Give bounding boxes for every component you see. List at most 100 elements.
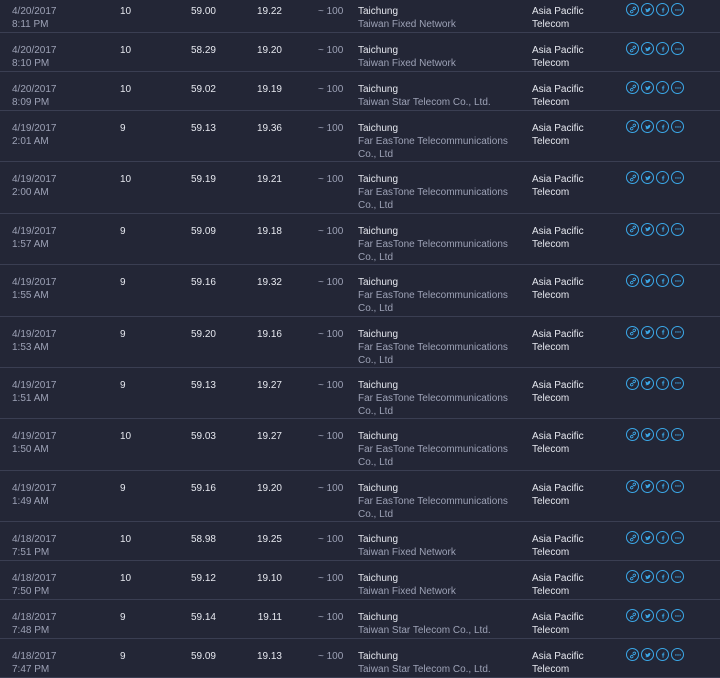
link-icon[interactable] (626, 648, 639, 662)
server-location: Taichung Far EasTone Telecommunications … (358, 430, 528, 469)
table-row[interactable]: 4/19/2017 2:00 AM 10 59.19 19.21 ~ 100 T… (0, 162, 720, 214)
result-date: 4/20/2017 8:10 PM (12, 44, 92, 70)
more-icon[interactable] (671, 428, 684, 442)
link-icon[interactable] (626, 120, 639, 133)
server-isp: Taiwan Star Telecom Co., Ltd. (358, 97, 491, 108)
link-icon[interactable] (626, 376, 639, 390)
twitter-icon[interactable] (641, 3, 654, 16)
twitter-icon[interactable] (641, 274, 654, 288)
provider-line-2: Telecom (532, 625, 570, 637)
link-icon[interactable] (626, 42, 639, 55)
twitter-icon[interactable] (641, 376, 654, 390)
more-icon[interactable] (671, 171, 684, 185)
more-icon[interactable] (671, 609, 684, 623)
table-row[interactable]: 4/19/2017 1:49 AM 9 59.16 19.20 ~ 100 Ta… (0, 471, 720, 523)
table-row[interactable]: 4/20/2017 8:10 PM 10 58.29 19.20 ~ 100 T… (0, 33, 720, 72)
table-row[interactable]: 4/19/2017 1:51 AM 9 59.13 19.27 ~ 100 Ta… (0, 368, 720, 420)
link-icon[interactable] (626, 171, 639, 185)
twitter-icon[interactable] (641, 325, 654, 339)
table-row[interactable]: 4/19/2017 1:50 AM 10 59.03 19.27 ~ 100 T… (0, 419, 720, 471)
link-icon[interactable] (626, 428, 639, 442)
more-icon[interactable] (671, 81, 684, 94)
more-icon[interactable] (671, 3, 684, 16)
facebook-icon[interactable] (656, 479, 669, 493)
server-city: Taichung (358, 612, 399, 624)
server-distance: ~ 100 (318, 123, 344, 134)
more-icon[interactable] (671, 42, 684, 55)
provider-name: Asia Pacific Telecom (532, 122, 622, 148)
link-icon[interactable] (626, 222, 639, 236)
server-isp: Far EasTone Telecommunications Co., Ltd (358, 341, 508, 366)
facebook-icon[interactable] (656, 428, 669, 442)
table-row[interactable]: 4/18/2017 7:47 PM 9 59.09 19.13 ~ 100 Ta… (0, 639, 720, 678)
facebook-icon[interactable] (656, 570, 669, 584)
twitter-icon[interactable] (641, 570, 654, 584)
result-date: 4/18/2017 7:50 PM (12, 572, 92, 598)
link-icon[interactable] (626, 325, 639, 339)
facebook-icon[interactable] (656, 171, 669, 185)
more-icon[interactable] (671, 376, 684, 390)
more-icon[interactable] (671, 531, 684, 545)
link-icon[interactable] (626, 3, 639, 16)
table-row[interactable]: 4/18/2017 7:50 PM 10 59.12 19.10 ~ 100 T… (0, 561, 720, 601)
link-icon[interactable] (626, 81, 639, 94)
server-location: Taichung Far EasTone Telecommunications … (358, 328, 528, 367)
more-icon[interactable] (671, 570, 684, 584)
row-actions (626, 325, 684, 339)
facebook-icon[interactable] (656, 531, 669, 545)
facebook-icon[interactable] (656, 376, 669, 390)
ping-value: 19.22 (256, 6, 282, 17)
provider-line-1: Asia Pacific (532, 328, 584, 340)
twitter-icon[interactable] (641, 120, 654, 133)
link-icon[interactable] (626, 479, 639, 493)
ping-value: 19.25 (256, 534, 282, 546)
table-row[interactable]: 4/18/2017 7:51 PM 10 58.98 19.25 ~ 100 T… (0, 522, 720, 562)
provider-name: Asia Pacific Telecom (532, 482, 622, 508)
more-icon[interactable] (671, 648, 684, 662)
facebook-icon[interactable] (656, 325, 669, 339)
download-value: 10 (120, 431, 132, 443)
facebook-icon[interactable] (656, 42, 669, 55)
server-distance: ~ 100 (318, 84, 344, 95)
more-icon[interactable] (671, 479, 684, 493)
more-icon[interactable] (671, 120, 684, 133)
date-text: 4/19/2017 (12, 379, 57, 391)
twitter-icon[interactable] (641, 222, 654, 236)
more-icon[interactable] (671, 222, 684, 236)
twitter-icon[interactable] (641, 428, 654, 442)
row-actions (626, 609, 684, 623)
table-row[interactable]: 4/19/2017 1:53 AM 9 59.20 19.16 ~ 100 Ta… (0, 317, 720, 368)
link-icon[interactable] (626, 609, 639, 623)
link-icon[interactable] (626, 274, 639, 288)
facebook-icon[interactable] (656, 120, 669, 133)
server-isp: Taiwan Star Telecom Co., Ltd. (358, 625, 491, 637)
facebook-icon[interactable] (656, 274, 669, 288)
twitter-icon[interactable] (641, 171, 654, 185)
facebook-icon[interactable] (656, 648, 669, 662)
link-icon[interactable] (626, 531, 639, 545)
ping-value: 19.19 (256, 84, 282, 95)
twitter-icon[interactable] (641, 531, 654, 545)
server-isp: Taiwan Fixed Network (358, 19, 456, 30)
twitter-icon[interactable] (641, 648, 654, 662)
facebook-icon[interactable] (656, 81, 669, 94)
twitter-icon[interactable] (641, 42, 654, 55)
table-row[interactable]: 4/20/2017 8:11 PM 10 59.00 19.22 ~ 100 T… (0, 0, 720, 33)
facebook-icon[interactable] (656, 3, 669, 16)
table-row[interactable]: 4/18/2017 7:48 PM 9 59.14 19.11 ~ 100 Ta… (0, 600, 720, 640)
twitter-icon[interactable] (641, 81, 654, 94)
twitter-icon[interactable] (641, 479, 654, 493)
twitter-icon[interactable] (641, 609, 654, 623)
download-value: 9 (120, 123, 126, 134)
more-icon[interactable] (671, 274, 684, 288)
link-icon[interactable] (626, 570, 639, 584)
provider-name: Asia Pacific Telecom (532, 276, 622, 302)
facebook-icon[interactable] (656, 222, 669, 236)
table-row[interactable]: 4/19/2017 2:01 AM 9 59.13 19.36 ~ 100 Ta… (0, 111, 720, 163)
table-row[interactable]: 4/20/2017 8:09 PM 10 59.02 19.19 ~ 100 T… (0, 72, 720, 111)
facebook-icon[interactable] (656, 609, 669, 623)
provider-line-1: Asia Pacific (532, 651, 584, 663)
table-row[interactable]: 4/19/2017 1:55 AM 9 59.16 19.32 ~ 100 Ta… (0, 265, 720, 317)
more-icon[interactable] (671, 325, 684, 339)
table-row[interactable]: 4/19/2017 1:57 AM 9 59.09 19.18 ~ 100 Ta… (0, 214, 720, 266)
